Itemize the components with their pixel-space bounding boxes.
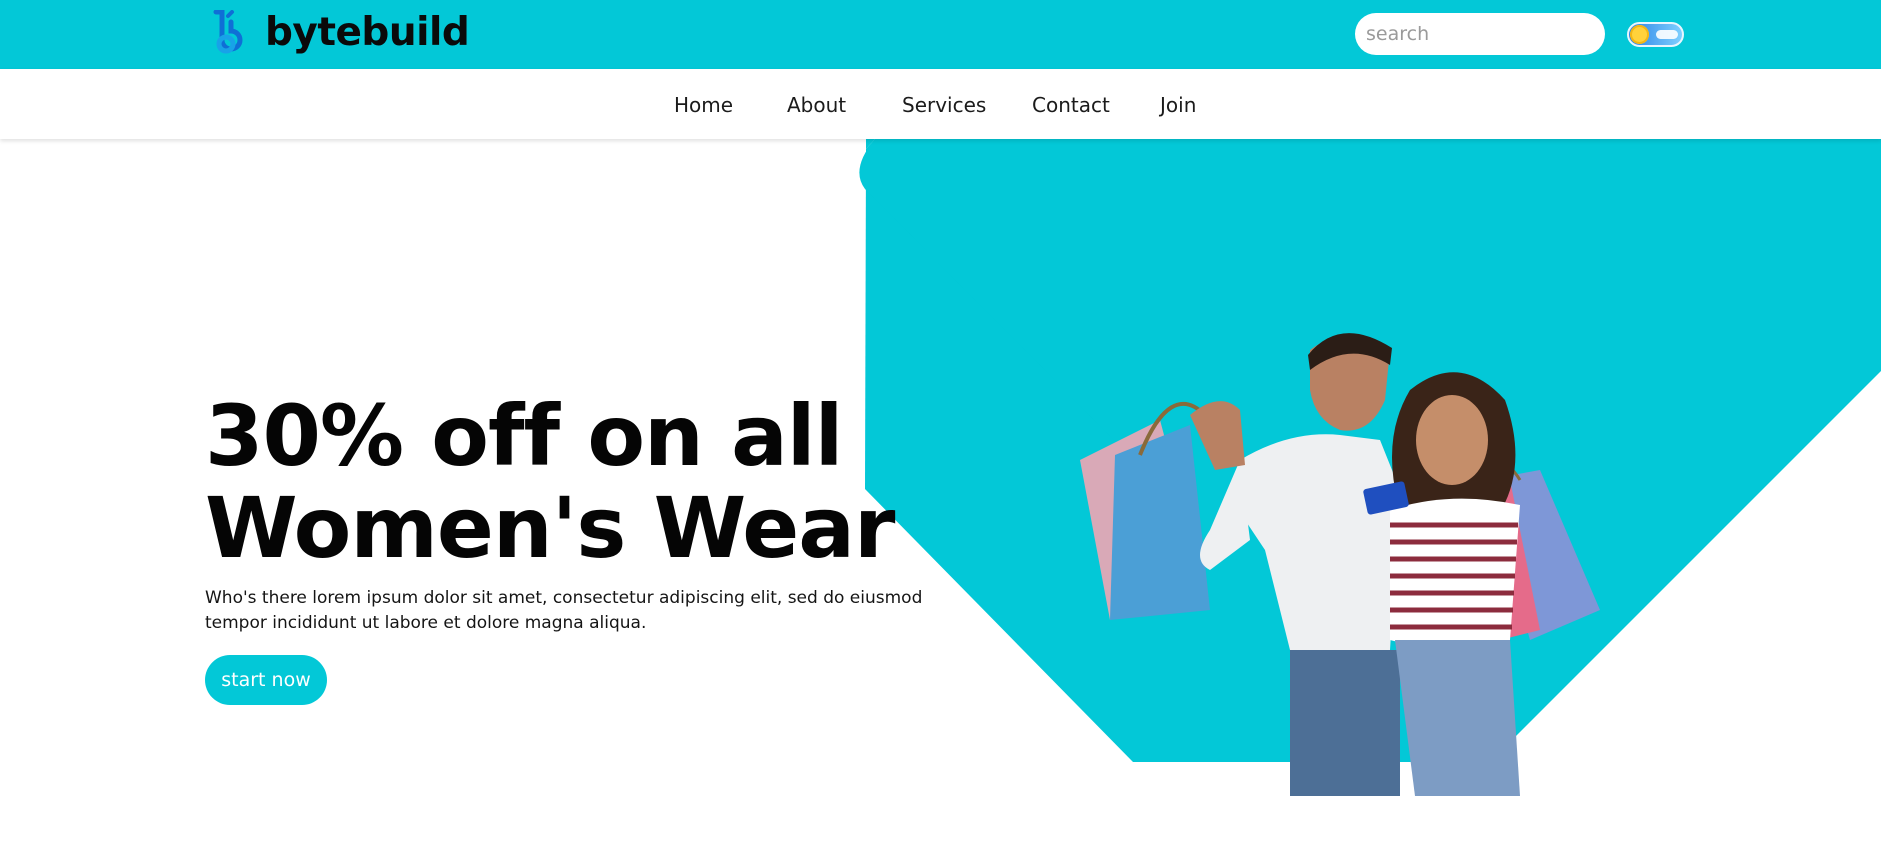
bytebuild-logo-icon[interactable] <box>210 10 244 60</box>
nav-item-about[interactable]: About <box>787 93 846 117</box>
search-box[interactable] <box>1355 13 1609 55</box>
hero-description: Who's there lorem ipsum dolor sit amet, … <box>205 588 923 633</box>
main-navigation: Home About Services Contact Join <box>0 69 1881 139</box>
nav-item-join[interactable]: Join <box>1160 93 1196 117</box>
couple-with-shopping-bags-photo <box>1080 333 1600 796</box>
hero-headline: 30% off on all Women's Wear <box>205 390 1005 574</box>
hero-headline-line-2: Women's Wear <box>205 479 895 577</box>
nav-item-services[interactable]: Services <box>902 93 986 117</box>
top-header-bar: bytebuild <box>0 0 1881 69</box>
brand-name[interactable]: bytebuild <box>265 8 470 58</box>
nav-item-contact[interactable]: Contact <box>1032 93 1110 117</box>
sun-icon <box>1630 25 1649 44</box>
start-now-button[interactable]: start now <box>205 655 327 705</box>
hero-headline-line-1: 30% off on all <box>205 387 843 485</box>
theme-toggle[interactable] <box>1627 22 1684 47</box>
search-input[interactable] <box>1366 23 1609 45</box>
nav-item-home[interactable]: Home <box>674 93 733 117</box>
cloud-icon <box>1656 30 1678 39</box>
